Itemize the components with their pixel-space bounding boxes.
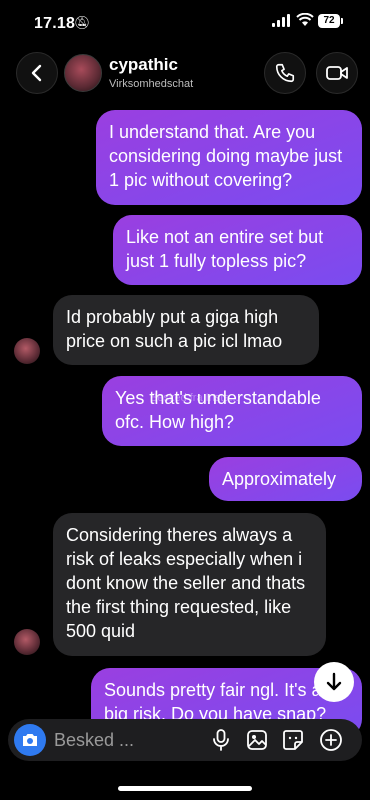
phone-icon	[275, 63, 295, 83]
chevron-left-icon	[31, 64, 42, 82]
message-bubble-received[interactable]: Id probably put a giga high price on suc…	[53, 295, 319, 365]
contact-avatar[interactable]	[64, 54, 102, 92]
status-bar: 17.18 🔕︎ 72	[0, 0, 370, 48]
contact-name[interactable]: cypathic	[109, 55, 178, 75]
status-time: 17.18	[34, 15, 76, 32]
message-composer	[8, 719, 362, 761]
silent-bell-icon: 🔕︎	[74, 15, 91, 30]
message-bubble-sent[interactable]: Approximately	[209, 457, 362, 501]
back-button[interactable]	[16, 52, 58, 94]
scroll-to-bottom-button[interactable]	[314, 662, 354, 702]
message-bubble-sent[interactable]: I understand that. Are you considering d…	[96, 110, 362, 205]
sender-avatar[interactable]	[14, 629, 40, 655]
microphone-button[interactable]	[208, 727, 234, 753]
home-indicator[interactable]	[118, 786, 252, 791]
camera-button[interactable]	[14, 724, 46, 756]
wifi-icon	[296, 12, 314, 30]
battery-indicator: 72	[318, 14, 343, 28]
video-camera-icon	[326, 66, 348, 80]
message-input[interactable]	[54, 727, 194, 753]
sender-avatar[interactable]	[14, 338, 40, 364]
sticker-button[interactable]	[280, 727, 306, 753]
plus-circle-icon	[320, 729, 342, 751]
image-icon	[247, 730, 267, 750]
camera-icon	[23, 734, 37, 746]
cellular-signal-icon	[272, 14, 290, 27]
voice-call-button[interactable]	[264, 52, 306, 94]
sticker-icon	[283, 730, 303, 750]
add-button[interactable]	[318, 727, 344, 753]
arrow-down-icon	[326, 672, 342, 691]
video-call-button[interactable]	[316, 52, 358, 94]
microphone-icon	[213, 729, 229, 751]
watermark-overlay: Besked fra Insta...	[150, 392, 239, 404]
message-bubble-sent[interactable]: Like not an entire set but just 1 fully …	[113, 215, 362, 285]
message-bubble-received[interactable]: Considering theres always a risk of leak…	[53, 513, 326, 656]
message-bubble-sent[interactable]: Yes that's understandable ofc. How high?	[102, 376, 362, 446]
contact-subtitle: Virksomhedschat	[109, 78, 194, 90]
chat-header: cypathic Virksomhedschat	[0, 48, 370, 100]
gallery-button[interactable]	[244, 727, 270, 753]
